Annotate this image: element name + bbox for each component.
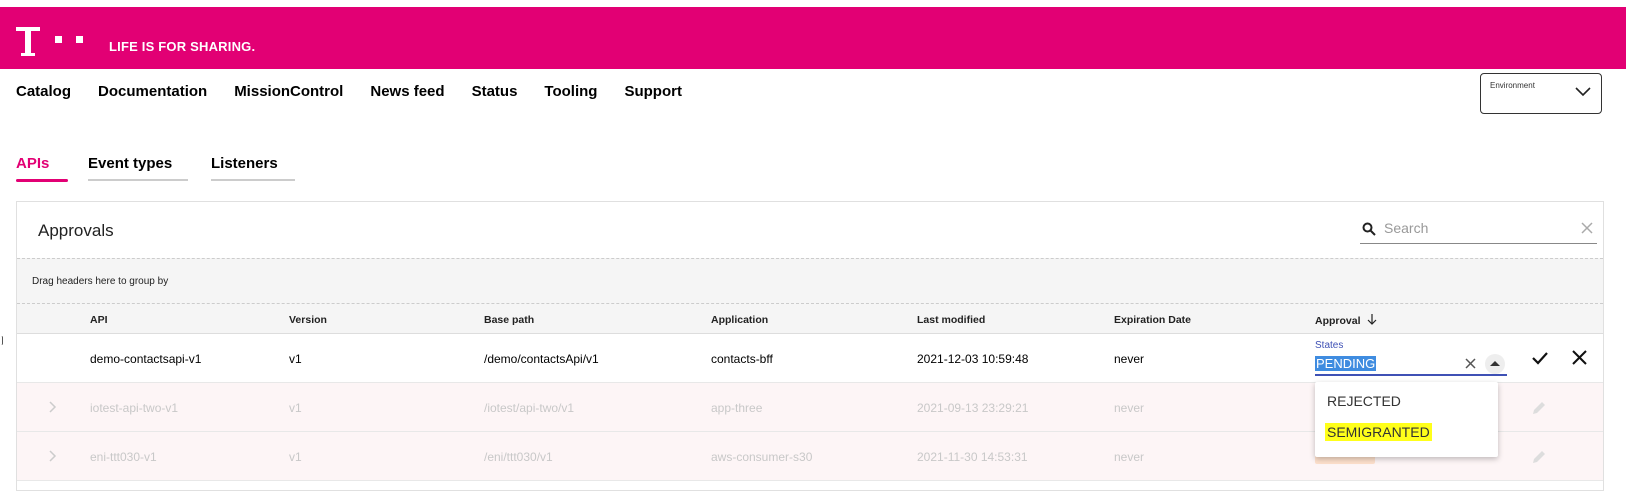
tab-label: Listeners	[211, 155, 278, 172]
pencil-icon[interactable]	[1531, 449, 1547, 465]
nav-item-status[interactable]: Status	[472, 83, 518, 100]
cell-base-path: /iotest/api-two/v1	[484, 401, 575, 415]
group-panel[interactable]: Drag headers here to group by	[17, 258, 1603, 304]
option-semigranted[interactable]: SEMIGRANTED	[1325, 423, 1432, 441]
states-dropdown-list: REJECTED SEMIGRANTED	[1315, 382, 1498, 457]
tab-listeners[interactable]: Listeners	[211, 155, 295, 181]
column-header-base-path[interactable]: Base path	[484, 314, 534, 326]
cell-application: aws-consumer-s30	[711, 450, 813, 464]
search-box	[1360, 214, 1597, 244]
nav-item-missioncontrol[interactable]: MissionControl	[234, 83, 343, 100]
nav-item-support[interactable]: Support	[624, 83, 682, 100]
cell-last-modified: 2021-11-30 14:53:31	[917, 450, 1028, 464]
states-value[interactable]: PENDING	[1315, 356, 1377, 371]
edge-indicator	[0, 336, 3, 345]
option-rejected[interactable]: REJECTED	[1327, 393, 1401, 409]
close-icon[interactable]	[1572, 350, 1587, 365]
logo-dot	[55, 36, 62, 43]
chevron-down-icon	[1575, 87, 1591, 97]
states-combobox[interactable]: PENDING	[1315, 354, 1507, 376]
logo-dot	[76, 36, 83, 43]
chevron-right-icon[interactable]	[49, 401, 57, 413]
tab-underline	[88, 179, 188, 181]
cell-expiration: never	[1114, 450, 1145, 464]
tagline: LIFE IS FOR SHARING.	[109, 39, 256, 54]
cell-application: app-three	[711, 401, 763, 415]
column-header-api[interactable]: API	[90, 314, 108, 326]
top-bar: LIFE IS FOR SHARING.	[0, 7, 1626, 69]
tab-underline	[211, 179, 295, 181]
column-header-approval-label: Approval	[1315, 315, 1361, 327]
cell-base-path: /demo/contactsApi/v1	[484, 352, 599, 366]
cell-application: contacts-bff	[711, 352, 773, 366]
search-icon	[1362, 222, 1376, 236]
cell-last-modified: 2021-09-13 23:29:21	[917, 401, 1029, 415]
t-logo-icon	[16, 27, 40, 56]
table-row[interactable]: demo-contactsapi-v1 v1 /demo/contactsApi…	[17, 334, 1603, 383]
cell-api: demo-contactsapi-v1	[90, 352, 202, 366]
close-icon[interactable]	[1581, 222, 1593, 234]
column-header-expiration-date[interactable]: Expiration Date	[1114, 314, 1191, 326]
cell-expiration: never	[1114, 352, 1145, 366]
cell-version: v1	[289, 401, 302, 415]
cell-version: v1	[289, 352, 302, 366]
cell-version: v1	[289, 450, 302, 464]
cell-api: iotest-api-two-v1	[90, 401, 179, 415]
cell-last-modified: 2021-12-03 10:59:48	[917, 352, 1029, 366]
caret-up-icon	[1490, 361, 1500, 366]
dropdown-toggle[interactable]	[1485, 354, 1505, 374]
column-header-version[interactable]: Version	[289, 314, 327, 326]
nav-item-tooling[interactable]: Tooling	[544, 83, 597, 100]
tab-apis[interactable]: APIs	[16, 155, 68, 182]
environment-select[interactable]: Environment	[1480, 73, 1602, 114]
pencil-icon[interactable]	[1531, 400, 1547, 416]
close-icon[interactable]	[1465, 358, 1476, 369]
cell-base-path: /eni/ttt030/v1	[484, 450, 553, 464]
cell-expiration: never	[1114, 401, 1145, 415]
check-icon[interactable]	[1531, 350, 1549, 366]
tab-label: Event types	[88, 155, 173, 172]
column-header-last-modified[interactable]: Last modified	[917, 314, 985, 326]
nav-item-news-feed[interactable]: News feed	[370, 83, 444, 100]
arrow-down-icon	[1368, 314, 1377, 325]
table-header: API Version Base path Application Last m…	[17, 304, 1603, 334]
tab-underline	[16, 179, 68, 182]
tab-label: APIs	[16, 155, 50, 172]
environment-label: Environment	[1490, 81, 1535, 90]
nav-item-catalog[interactable]: Catalog	[16, 83, 71, 100]
cell-api: eni-ttt030-v1	[90, 450, 157, 464]
main-nav: Catalog Documentation MissionControl New…	[16, 83, 709, 100]
card-title: Approvals	[38, 221, 114, 240]
nav-item-documentation[interactable]: Documentation	[98, 83, 207, 100]
states-label: States	[1315, 340, 1344, 351]
search-input[interactable]	[1384, 220, 1574, 236]
group-hint: Drag headers here to group by	[32, 276, 169, 287]
column-header-approval[interactable]: Approval	[1315, 314, 1377, 327]
chevron-right-icon[interactable]	[49, 450, 57, 462]
tab-event-types[interactable]: Event types	[88, 155, 188, 181]
column-header-application[interactable]: Application	[711, 314, 768, 326]
